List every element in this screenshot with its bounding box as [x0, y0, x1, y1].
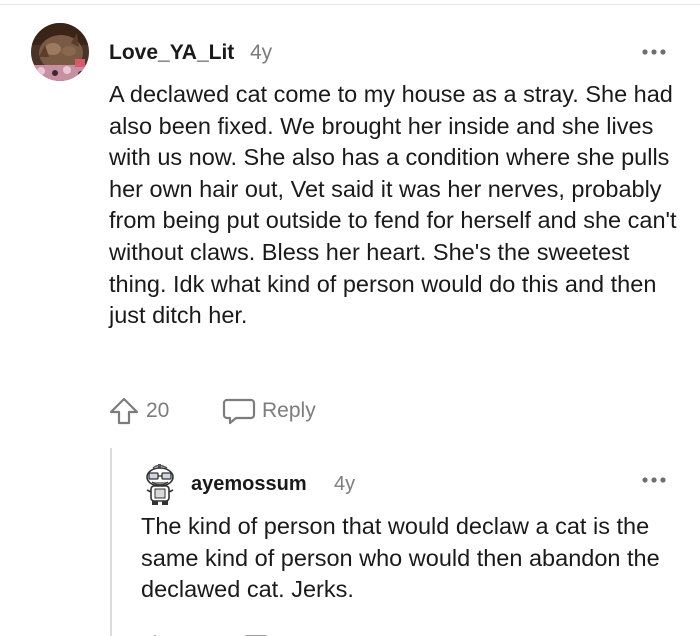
avatar-image: [31, 23, 89, 81]
top-divider: [0, 4, 700, 5]
comment-username[interactable]: Love_YA_Lit: [109, 40, 234, 66]
comment-body: A declawed cat come to my house as a str…: [109, 81, 677, 329]
reply-label: Reply: [262, 399, 316, 422]
user-avatar[interactable]: [31, 23, 89, 81]
snoo-avatar-icon: [146, 464, 174, 505]
reply-age[interactable]: 4y: [334, 472, 355, 496]
thread-line[interactable]: [110, 448, 112, 636]
vote-count: 20: [146, 399, 170, 422]
upvote-arrow-icon[interactable]: [108, 396, 140, 426]
more-horizontal-icon[interactable]: [641, 470, 667, 490]
upvote-button[interactable]: 20: [108, 396, 169, 426]
more-horizontal-icon[interactable]: [641, 42, 667, 62]
reply-username[interactable]: ayemossum: [191, 472, 307, 496]
speech-bubble-icon: [222, 396, 256, 426]
reply-actions-cutoff: [141, 629, 281, 636]
comment-age[interactable]: 4y: [250, 40, 272, 66]
reply-avatar[interactable]: [139, 462, 181, 506]
reply-button[interactable]: Reply: [222, 396, 316, 426]
reply-body: The kind of person that would declaw a c…: [141, 513, 660, 603]
